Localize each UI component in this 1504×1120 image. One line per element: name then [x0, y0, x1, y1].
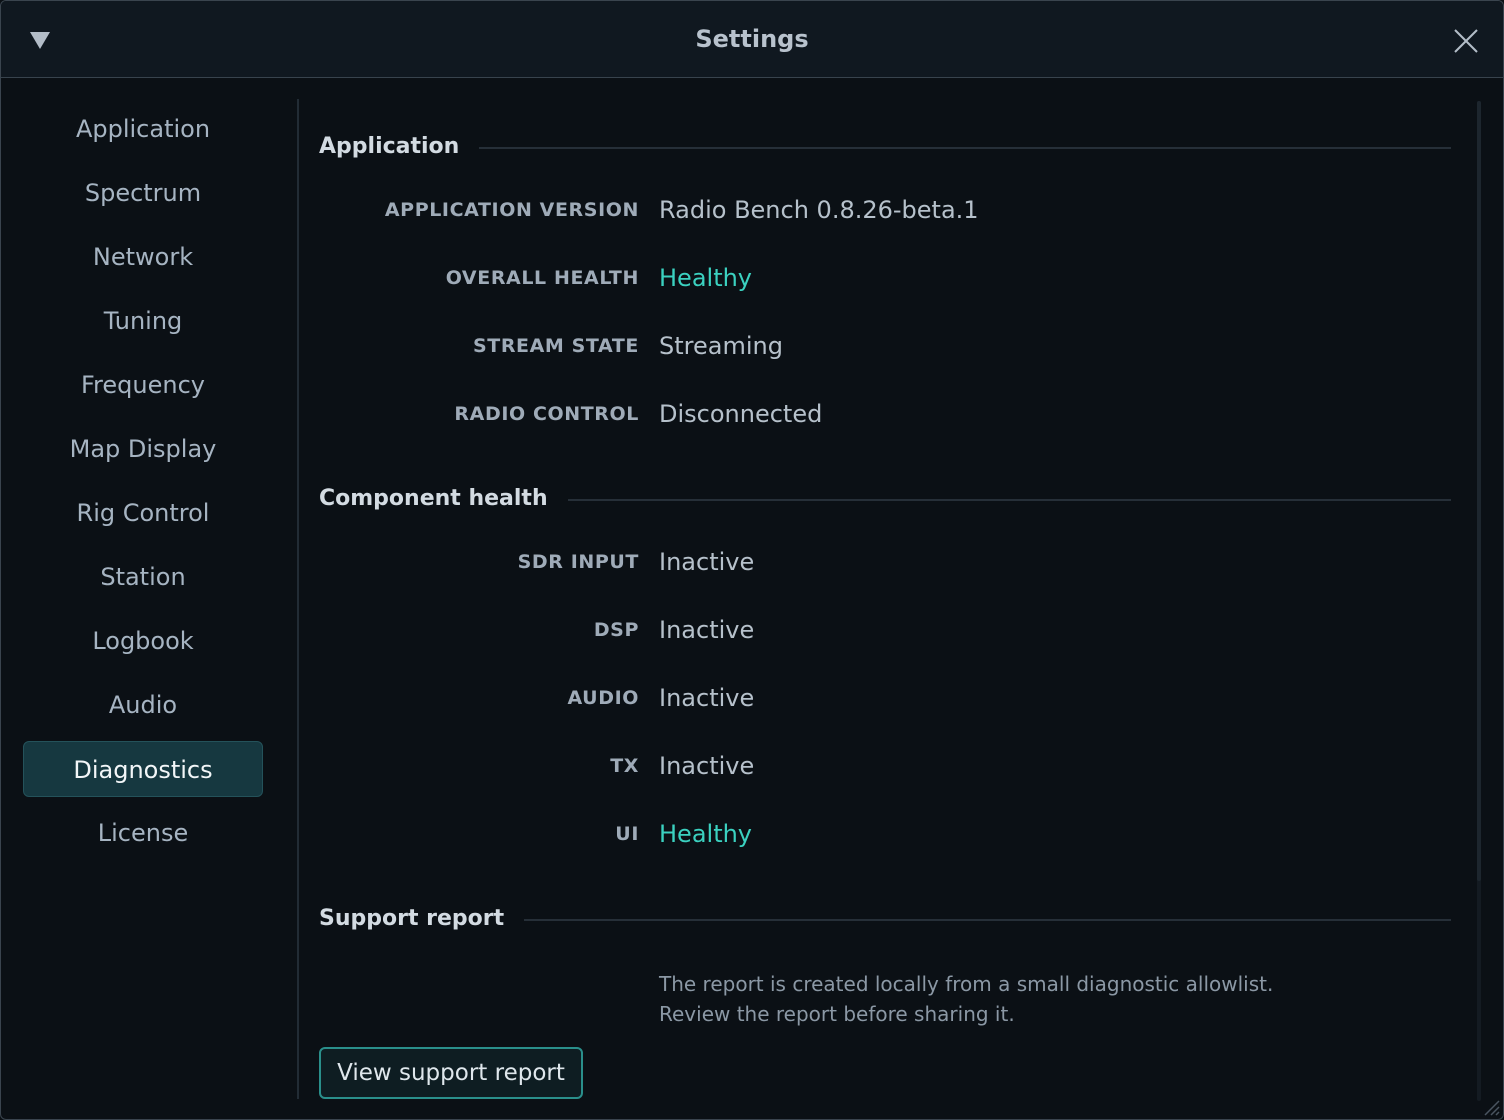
sidebar-item-frequency[interactable]: Frequency [23, 357, 263, 413]
sidebar-item-spectrum[interactable]: Spectrum [23, 165, 263, 221]
scrollbar-thumb[interactable] [1477, 101, 1481, 881]
row-value: Radio Bench 0.8.26-beta.1 [659, 196, 979, 224]
row-label: TX [610, 755, 639, 777]
row-dsp: DSP Inactive [319, 610, 1451, 650]
sidebar-item-application[interactable]: Application [23, 101, 263, 157]
row-label: APPLICATION VERSION [384, 199, 639, 221]
status-healthy: Healthy [659, 820, 753, 848]
close-icon[interactable] [1453, 28, 1479, 54]
view-support-report-button[interactable]: View support report [319, 1047, 583, 1099]
resize-grip-icon[interactable] [1481, 1097, 1501, 1117]
row-ui: UI Healthy [319, 814, 1451, 854]
note-line: Review the report before sharing it. [659, 1002, 1015, 1026]
section-header-component-health: Component health [319, 479, 1451, 519]
section-title-application: Application [319, 127, 480, 167]
note-line: The report is created locally from a sma… [659, 972, 1274, 996]
row-value: Disconnected [659, 400, 823, 428]
vertical-scrollbar[interactable] [1477, 101, 1481, 1101]
row-label: UI [615, 823, 639, 845]
row-label: STREAM STATE [472, 335, 639, 357]
row-overall-health: OVERALL HEALTH Healthy [319, 258, 1451, 298]
window-title: Settings [695, 25, 809, 53]
sidebar-divider [297, 99, 299, 1099]
row-sdr-input: SDR INPUT Inactive [319, 542, 1451, 582]
row-radio-control: RADIO CONTROL Disconnected [319, 394, 1451, 434]
section-title-support-report: Support report [319, 899, 525, 939]
row-value: Inactive [659, 752, 755, 780]
row-label: SDR INPUT [517, 551, 639, 573]
sidebar-item-license[interactable]: License [23, 805, 263, 861]
status-healthy: Healthy [659, 264, 753, 292]
row-value: Streaming [659, 332, 783, 360]
sidebar-item-logbook[interactable]: Logbook [23, 613, 263, 669]
row-label: OVERALL HEALTH [445, 267, 639, 289]
sidebar-item-rig-control[interactable]: Rig Control [23, 485, 263, 541]
row-label: RADIO CONTROL [454, 403, 639, 425]
row-label: AUDIO [567, 687, 639, 709]
sidebar-item-network[interactable]: Network [23, 229, 263, 285]
row-value: Inactive [659, 684, 755, 712]
row-audio: AUDIO Inactive [319, 678, 1451, 718]
sidebar-item-station[interactable]: Station [23, 549, 263, 605]
row-label: DSP [593, 619, 639, 641]
row-value: Inactive [659, 616, 755, 644]
settings-window: Settings Application Spectrum Network Tu… [0, 0, 1504, 1120]
support-report-note: The report is created locally from a sma… [659, 969, 1419, 1029]
diagnostics-panel: Application APPLICATION VERSION Radio Be… [319, 101, 1451, 1101]
sidebar-item-diagnostics[interactable]: Diagnostics [23, 741, 263, 797]
row-stream-state: STREAM STATE Streaming [319, 326, 1451, 366]
title-bar: Settings [1, 1, 1503, 78]
row-application-version: APPLICATION VERSION Radio Bench 0.8.26-b… [319, 190, 1451, 230]
section-header-application: Application [319, 127, 1451, 167]
section-title-component-health: Component health [319, 479, 568, 519]
row-tx: TX Inactive [319, 746, 1451, 786]
section-header-support-report: Support report [319, 899, 1451, 939]
sidebar-item-map-display[interactable]: Map Display [23, 421, 263, 477]
row-value: Inactive [659, 548, 755, 576]
sidebar-item-tuning[interactable]: Tuning [23, 293, 263, 349]
sidebar-item-audio[interactable]: Audio [23, 677, 263, 733]
settings-sidebar: Application Spectrum Network Tuning Freq… [23, 101, 263, 869]
section-divider [319, 147, 1451, 149]
